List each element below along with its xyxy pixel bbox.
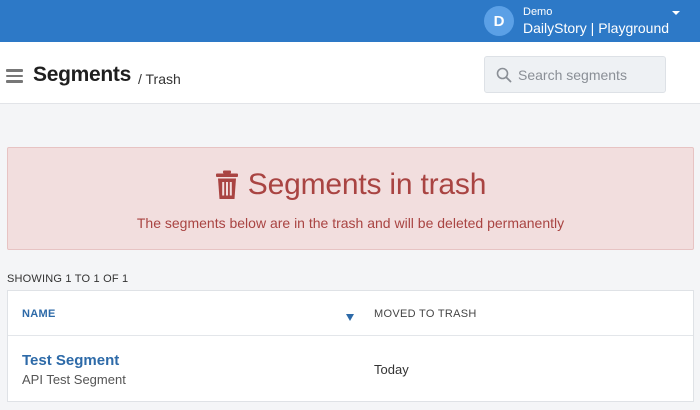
column-header-moved: MOVED TO TRASH bbox=[374, 308, 477, 320]
column-header-name[interactable]: NAME bbox=[22, 308, 56, 320]
breadcrumb: / Trash bbox=[138, 71, 181, 87]
segment-name-link[interactable]: Test Segment bbox=[22, 352, 119, 369]
segment-description: API Test Segment bbox=[22, 372, 126, 387]
top-bar: D Demo DailyStory | Playground bbox=[0, 0, 700, 42]
search-icon bbox=[496, 67, 512, 83]
trash-icon bbox=[215, 170, 238, 199]
table-header: NAME MOVED TO TRASH bbox=[8, 291, 693, 336]
account-menu[interactable]: D Demo DailyStory | Playground bbox=[484, 4, 669, 38]
trash-alert: Segments in trash The segments below are… bbox=[7, 147, 694, 250]
avatar: D bbox=[484, 6, 514, 36]
table-row: Test Segment API Test Segment Today bbox=[8, 337, 693, 403]
account-label: Demo bbox=[523, 6, 553, 18]
search-input[interactable] bbox=[518, 57, 663, 92]
segments-table: NAME MOVED TO TRASH Test Segment API Tes… bbox=[7, 290, 694, 402]
moved-to-trash-date: Today bbox=[374, 362, 409, 377]
alert-message: The segments below are in the trash and … bbox=[136, 215, 565, 231]
search-box bbox=[484, 56, 666, 93]
chevron-down-icon[interactable] bbox=[672, 11, 680, 15]
account-name: DailyStory | Playground bbox=[523, 20, 670, 36]
sort-desc-icon[interactable] bbox=[346, 314, 354, 321]
menu-icon[interactable] bbox=[6, 69, 23, 83]
page-header: Segments / Trash bbox=[0, 42, 700, 104]
alert-title: Segments in trash bbox=[247, 168, 487, 201]
page-title: Segments bbox=[33, 63, 131, 86]
pagination-summary: SHOWING 1 TO 1 OF 1 bbox=[7, 273, 129, 285]
account-text: Demo DailyStory | Playground bbox=[523, 6, 670, 36]
alert-heading: Segments in trash bbox=[8, 168, 693, 202]
